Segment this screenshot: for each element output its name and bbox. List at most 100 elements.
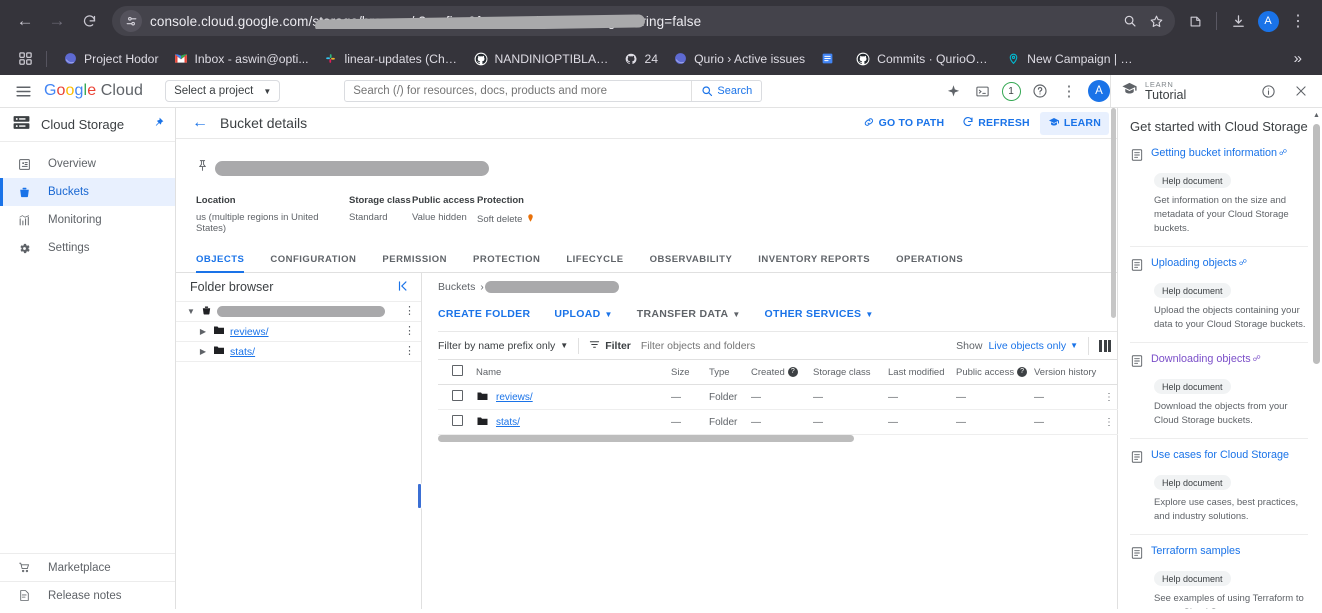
- show-value-selector[interactable]: Live objects only ▼: [988, 340, 1078, 352]
- folder-tree-item-label[interactable]: stats/: [230, 346, 255, 358]
- user-avatar[interactable]: A: [1088, 80, 1110, 102]
- chevron-down-icon[interactable]: ▼: [186, 307, 196, 316]
- sidebar-item-marketplace[interactable]: Marketplace: [0, 553, 175, 581]
- tab-configuration[interactable]: CONFIGURATION: [257, 254, 369, 272]
- panel-resize-handle[interactable]: [417, 483, 422, 509]
- back-button[interactable]: ←: [188, 111, 212, 135]
- filter-input[interactable]: [640, 339, 957, 352]
- row-more-options-icon[interactable]: ⋮: [404, 306, 415, 317]
- go-to-path-button[interactable]: GO TO PATH: [855, 112, 953, 135]
- table-row[interactable]: reviews/ — Folder — — — — — ⋮: [438, 384, 1130, 410]
- search-input[interactable]: [345, 85, 692, 97]
- bookmark-linear-updates[interactable]: linear-updates (Cha...: [316, 48, 466, 70]
- chevron-right-icon[interactable]: ▶: [198, 347, 208, 356]
- row-more-options-icon[interactable]: ⋮: [404, 326, 415, 337]
- tutorial-item-downloading-objects[interactable]: Downloading objects ☍ Help document Downl…: [1130, 353, 1308, 440]
- bookmark-qurio-active-issues[interactable]: Qurio › Active issues: [665, 48, 812, 70]
- sidebar-item-release-notes[interactable]: Release notes: [0, 581, 175, 609]
- bookmark-notes[interactable]: [812, 48, 848, 70]
- tutorial-item-terraform-samples[interactable]: Terraform samples Help document See exam…: [1130, 545, 1308, 609]
- gemini-sparkle-icon[interactable]: [940, 78, 966, 104]
- help-icon[interactable]: ?: [1017, 366, 1028, 377]
- bookmark-project-hodor[interactable]: Project Hodor: [55, 48, 166, 70]
- column-header-version-history[interactable]: Version history: [1034, 359, 1104, 385]
- table-row[interactable]: stats/ — Folder — — — — — ⋮: [438, 409, 1130, 435]
- bookmark-inbox[interactable]: Inbox - aswin@opti...: [166, 48, 316, 70]
- omnibox[interactable]: console.cloud.google.com/storage/browser…: [112, 6, 1175, 36]
- extensions-icon[interactable]: [1181, 7, 1209, 35]
- bookmark-commits-qurioopt[interactable]: Commits · QurioOpt...: [848, 48, 998, 70]
- tutorial-item-link[interactable]: Terraform samples: [1151, 545, 1240, 558]
- hamburger-menu-icon[interactable]: [8, 76, 38, 106]
- tutorial-item-uploading-objects[interactable]: Uploading objects ☍ Help document Upload …: [1130, 257, 1308, 344]
- create-folder-button[interactable]: CREATE FOLDER: [438, 304, 542, 324]
- column-header-created[interactable]: Created?: [751, 359, 813, 385]
- site-settings-icon[interactable]: [120, 10, 142, 32]
- folder-tree-item-stats[interactable]: ▶ stats/ ⋮: [176, 341, 421, 361]
- tab-objects[interactable]: OBJECTS: [196, 254, 257, 273]
- other-services-button[interactable]: OTHER SERVICES ▼: [753, 304, 886, 324]
- tab-observability[interactable]: OBSERVABILITY: [637, 254, 746, 272]
- select-all-checkbox[interactable]: [452, 365, 463, 376]
- table-horizontal-scrollbar[interactable]: [438, 435, 1117, 442]
- scrollbar-thumb[interactable]: [1313, 124, 1320, 364]
- more-options-icon[interactable]: ⋮: [1056, 78, 1082, 104]
- row-more-options-icon[interactable]: ⋮: [404, 346, 415, 357]
- help-icon[interactable]: ?: [787, 366, 798, 377]
- column-settings-icon[interactable]: [1099, 339, 1111, 352]
- help-icon[interactable]: [1027, 78, 1053, 104]
- folder-tree-root[interactable]: ▼ ⋮: [176, 301, 421, 321]
- tab-permission[interactable]: PERMISSION: [369, 254, 460, 272]
- bookmark-github-24[interactable]: 24: [616, 48, 666, 70]
- notifications-button[interactable]: 1: [998, 78, 1024, 104]
- tutorial-item-link[interactable]: Uploading objects ☍: [1151, 257, 1247, 270]
- folder-tree-item-label[interactable]: reviews/: [230, 326, 269, 338]
- breadcrumb-root[interactable]: Buckets: [438, 281, 475, 293]
- column-header-name[interactable]: Name: [476, 359, 671, 385]
- collapse-left-icon[interactable]: [393, 279, 413, 296]
- column-header-type[interactable]: Type: [709, 359, 751, 385]
- row-checkbox[interactable]: [452, 390, 463, 401]
- bookmark-nandinioptiblack[interactable]: NANDINIOPTIBLAC...: [466, 48, 616, 70]
- pin-icon[interactable]: [152, 116, 165, 134]
- gcp-logo[interactable]: Google Cloud: [44, 82, 143, 100]
- reload-icon[interactable]: [74, 6, 104, 36]
- row-name-link[interactable]: reviews/: [496, 392, 533, 403]
- tutorial-scrollbar[interactable]: ▲: [1313, 112, 1320, 609]
- upload-button[interactable]: UPLOAD ▼: [542, 304, 624, 324]
- sidebar-item-monitoring[interactable]: Monitoring: [0, 206, 175, 234]
- tab-inventory-reports[interactable]: INVENTORY REPORTS: [745, 254, 883, 272]
- bookmark-new-campaign[interactable]: New Campaign | Qu...: [998, 48, 1148, 70]
- tutorial-item-use-cases[interactable]: Use cases for Cloud Storage Help documen…: [1130, 449, 1308, 536]
- cloud-shell-icon[interactable]: [969, 78, 995, 104]
- global-search[interactable]: Search: [344, 80, 763, 102]
- tutorial-item-link[interactable]: Downloading objects ☍: [1151, 353, 1261, 366]
- downloads-icon[interactable]: [1224, 7, 1252, 35]
- bookmarks-overflow-button[interactable]: »: [1286, 50, 1310, 67]
- tab-protection[interactable]: PROTECTION: [460, 254, 553, 272]
- tutorial-info-icon[interactable]: [1255, 78, 1281, 104]
- chevron-right-icon[interactable]: ▶: [198, 327, 208, 336]
- column-header-public-access[interactable]: Public access?: [956, 359, 1034, 385]
- sidebar-item-settings[interactable]: Settings: [0, 234, 175, 262]
- url-text[interactable]: console.cloud.google.com/storage/browser…: [150, 14, 1117, 29]
- avatar[interactable]: A: [1254, 7, 1282, 35]
- search-icon[interactable]: [1117, 8, 1143, 34]
- tutorial-item-getting-bucket-information[interactable]: Getting bucket information ☍ Help documen…: [1130, 147, 1308, 248]
- sidebar-item-overview[interactable]: Overview: [0, 150, 175, 178]
- main-vertical-scrollbar[interactable]: [1111, 108, 1116, 318]
- column-header-last-modified[interactable]: Last modified: [888, 359, 956, 385]
- scroll-up-arrow-icon[interactable]: ▲: [1313, 112, 1320, 119]
- project-selector[interactable]: Select a project ▼: [165, 80, 281, 102]
- tutorial-item-link[interactable]: Getting bucket information ☍: [1151, 147, 1287, 160]
- tab-operations[interactable]: OPERATIONS: [883, 254, 976, 272]
- folder-tree-item-reviews[interactable]: ▶ reviews/ ⋮: [176, 321, 421, 341]
- pin-icon[interactable]: [196, 158, 209, 178]
- tutorial-close-icon[interactable]: [1288, 78, 1314, 104]
- back-arrow-icon[interactable]: ←: [10, 6, 40, 36]
- filter-prefix-selector[interactable]: Filter by name prefix only ▼: [438, 340, 578, 352]
- transfer-data-button[interactable]: TRANSFER DATA ▼: [625, 304, 753, 324]
- column-header-storage-class[interactable]: Storage class: [813, 359, 888, 385]
- chrome-menu-icon[interactable]: ⋮: [1284, 7, 1312, 35]
- tab-lifecycle[interactable]: LIFECYCLE: [553, 254, 636, 272]
